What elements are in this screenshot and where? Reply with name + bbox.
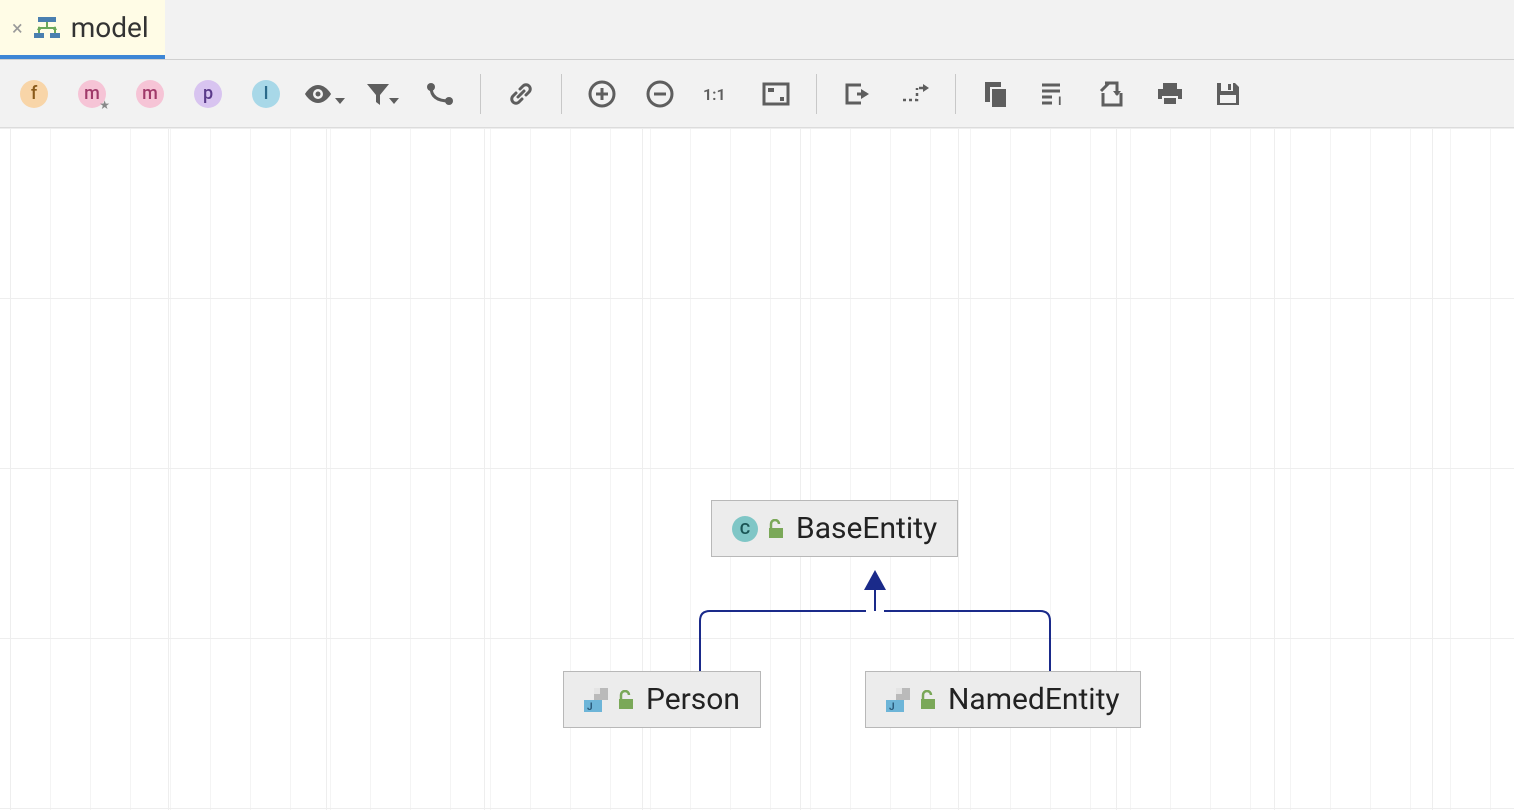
- toolbar-separator: [561, 74, 562, 114]
- visibility-button[interactable]: [296, 66, 352, 122]
- svg-text:J: J: [587, 702, 593, 712]
- print-button[interactable]: [1142, 66, 1198, 122]
- tab-model[interactable]: × model: [0, 0, 165, 59]
- toolbar-separator: [816, 74, 817, 114]
- layout-button[interactable]: [829, 66, 885, 122]
- jpa-entity-icon: J: [886, 688, 910, 712]
- class-name: Person: [646, 682, 740, 717]
- save-button[interactable]: [1200, 66, 1256, 122]
- svg-text:I: I: [1058, 94, 1062, 107]
- class-node-person[interactable]: J Person: [563, 671, 761, 728]
- edge-style-button[interactable]: [412, 66, 468, 122]
- toolbar-separator: [480, 74, 481, 114]
- unlock-icon: [618, 690, 636, 710]
- filter-button[interactable]: [354, 66, 410, 122]
- class-icon: C: [732, 516, 758, 542]
- toolbar-separator: [955, 74, 956, 114]
- class-name: NamedEntity: [948, 682, 1120, 717]
- class-node-namedentity[interactable]: J NamedEntity: [865, 671, 1141, 728]
- toolbar: f m m p I 1:1: [0, 60, 1514, 128]
- diagram-tab-icon: [33, 14, 61, 42]
- unlock-icon: [768, 519, 786, 539]
- link-button[interactable]: [493, 66, 549, 122]
- unlock-icon: [920, 690, 938, 710]
- diagram-canvas[interactable]: C BaseEntity J Person J NamedEntity: [0, 128, 1514, 810]
- tab-bar: × model: [0, 0, 1514, 60]
- snippet-button[interactable]: I: [1026, 66, 1082, 122]
- zoom-in-button[interactable]: [574, 66, 630, 122]
- copy-button[interactable]: [968, 66, 1024, 122]
- properties-button[interactable]: p: [180, 66, 236, 122]
- close-icon[interactable]: ×: [12, 18, 23, 38]
- route-button[interactable]: [887, 66, 943, 122]
- zoom-out-button[interactable]: [632, 66, 688, 122]
- zoom-actual-button[interactable]: 1:1: [690, 66, 746, 122]
- export-button[interactable]: [1084, 66, 1140, 122]
- class-node-baseentity[interactable]: C BaseEntity: [711, 500, 958, 557]
- svg-text:J: J: [889, 702, 895, 712]
- class-name: BaseEntity: [796, 511, 937, 546]
- svg-text:1:1: 1:1: [703, 85, 726, 104]
- methods-starred-button[interactable]: m: [64, 66, 120, 122]
- jpa-entity-icon: J: [584, 688, 608, 712]
- inner-classes-button[interactable]: I: [238, 66, 294, 122]
- methods-button[interactable]: m: [122, 66, 178, 122]
- fields-button[interactable]: f: [6, 66, 62, 122]
- fit-content-button[interactable]: [748, 66, 804, 122]
- tab-label: model: [71, 11, 149, 44]
